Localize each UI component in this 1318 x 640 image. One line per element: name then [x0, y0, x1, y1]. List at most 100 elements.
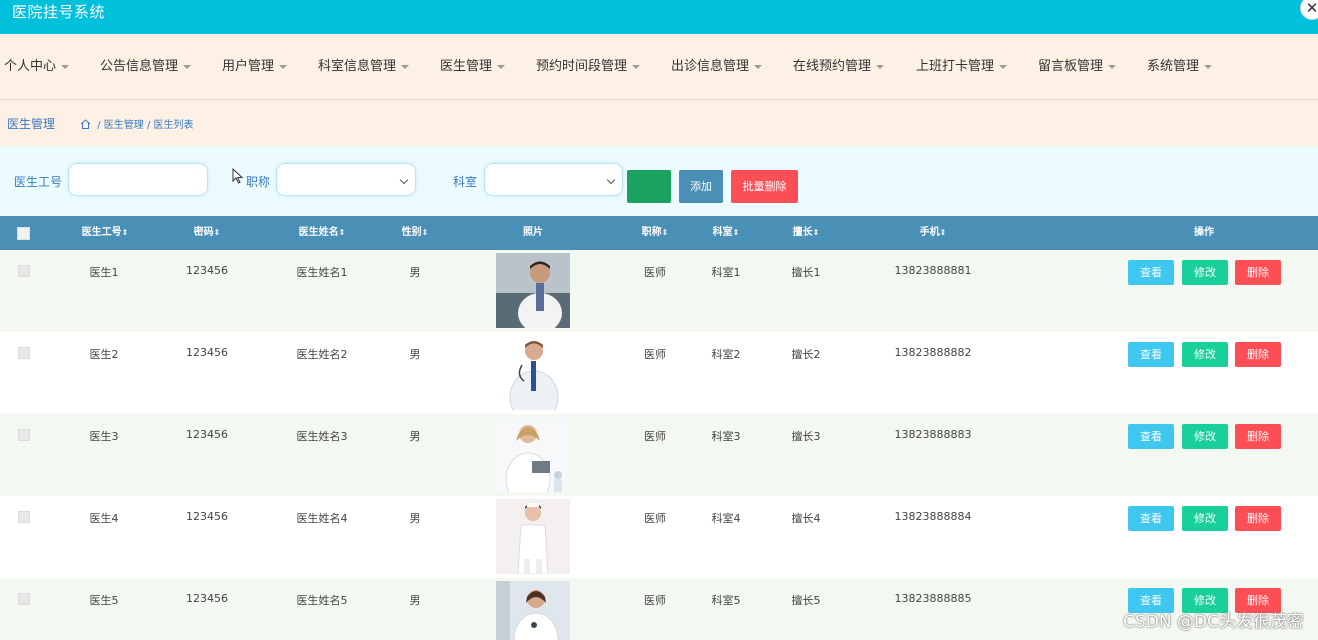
view-button[interactable]: 查看: [1128, 506, 1174, 531]
cell-doctor-name: 医生姓名4: [296, 512, 348, 525]
nav-personal-center[interactable]: 个人中心: [4, 34, 70, 100]
nav-booking-management[interactable]: 在线预约管理: [793, 34, 885, 100]
cell-phone: 13823888885: [894, 592, 972, 605]
close-icon[interactable]: ✕: [1300, 0, 1318, 20]
edit-button[interactable]: 修改: [1182, 260, 1228, 285]
cell-doctor-name: 医生姓名2: [296, 348, 348, 361]
cell-title: 医师: [644, 430, 666, 443]
nav-timeslot-management[interactable]: 预约时间段管理: [536, 34, 641, 100]
nav-message-board[interactable]: 留言板管理: [1038, 34, 1117, 100]
home-icon[interactable]: [80, 119, 91, 129]
main-nav: 个人中心 公告信息管理 用户管理 科室信息管理 医生管理 预约时间段管理 出诊信…: [0, 34, 1318, 100]
nav-notice-management[interactable]: 公告信息管理: [100, 34, 192, 100]
edit-button[interactable]: 修改: [1182, 342, 1228, 367]
row-checkbox[interactable]: [18, 265, 30, 277]
breadcrumb-bar: 医生管理 / 医生管理 / 医生列表: [0, 100, 1318, 146]
cell-doctor-id: 医生5: [89, 594, 119, 607]
delete-button[interactable]: 删除: [1235, 506, 1281, 531]
delete-button[interactable]: 删除: [1235, 424, 1281, 449]
query-button[interactable]: 查询: [627, 170, 671, 203]
cell-title: 医师: [644, 594, 666, 607]
title-bar: 医院挂号系统 ✕: [0, 0, 1318, 34]
nav-user-management[interactable]: 用户管理: [222, 34, 288, 100]
cell-department: 科室5: [711, 594, 741, 607]
cell-gender: 男: [409, 512, 421, 525]
table-row: 医生2 123456 医生姓名2 男 医师 科室2 擅长2 1382388888…: [0, 332, 1318, 414]
chevron-down-icon: [399, 175, 409, 185]
cell-doctor-id: 医生2: [89, 348, 119, 361]
breadcrumb: / 医生管理 / 医生列表: [80, 116, 194, 131]
cell-password: 123456: [186, 264, 228, 277]
sort-icon: ⇕: [421, 228, 429, 237]
doctor-photo: [496, 581, 570, 640]
column-header-phone[interactable]: 手机⇕: [900, 216, 966, 250]
doctor-photo: [496, 417, 570, 492]
cell-specialty: 擅长1: [791, 266, 821, 279]
title-select[interactable]: [276, 163, 416, 196]
column-header-specialty[interactable]: 擅长⇕: [783, 216, 829, 250]
column-header-doctor-name[interactable]: 医生姓名⇕: [280, 216, 364, 250]
nav-system-management[interactable]: 系统管理: [1147, 34, 1213, 100]
chevron-down-icon: [606, 175, 616, 185]
cell-department: 科室4: [711, 512, 741, 525]
caret-down-icon: [497, 64, 506, 69]
batch-delete-button[interactable]: 批量删除: [731, 170, 798, 203]
cell-specialty: 擅长5: [791, 594, 821, 607]
select-all-checkbox[interactable]: [17, 227, 30, 240]
column-header-title[interactable]: 职称⇕: [632, 216, 678, 250]
cell-phone: 13823888882: [894, 346, 972, 359]
table-header: 医生工号⇕ 密码⇕ 医生姓名⇕ 性别⇕ 照片 职称⇕ 科室⇕ 擅长⇕ 手机⇕ 操…: [0, 216, 1318, 250]
search-bar: 医生工号 职称 科室 查询 添加 批量删除: [0, 146, 1318, 216]
row-checkbox[interactable]: [18, 429, 30, 441]
column-header-gender[interactable]: 性别⇕: [392, 216, 438, 250]
cell-doctor-name: 医生姓名5: [296, 594, 348, 607]
cell-phone: 13823888884: [894, 510, 972, 523]
breadcrumb-item-doctor-list: 医生列表: [153, 120, 194, 131]
caret-down-icon: [1204, 64, 1213, 69]
nav-department-management[interactable]: 科室信息管理: [318, 34, 410, 100]
nav-doctor-management[interactable]: 医生管理: [440, 34, 506, 100]
column-header-doctor-id[interactable]: 医生工号⇕: [62, 216, 148, 250]
row-checkbox[interactable]: [18, 347, 30, 359]
view-button[interactable]: 查看: [1128, 260, 1174, 285]
caret-down-icon: [999, 64, 1008, 69]
cell-password: 123456: [186, 346, 228, 359]
row-checkbox[interactable]: [18, 593, 30, 605]
cell-password: 123456: [186, 510, 228, 523]
cell-password: 123456: [186, 428, 228, 441]
app-title: 医院挂号系统: [12, 3, 106, 21]
doctor-id-input[interactable]: [68, 163, 208, 196]
doctor-photo: [496, 499, 570, 574]
doctor-id-label: 医生工号: [14, 175, 63, 189]
delete-button[interactable]: 删除: [1235, 260, 1281, 285]
cell-gender: 男: [409, 348, 421, 361]
cell-phone: 13823888883: [894, 428, 972, 441]
department-label: 科室: [453, 175, 478, 189]
column-header-password[interactable]: 密码⇕: [170, 216, 244, 250]
add-button[interactable]: 添加: [679, 170, 723, 203]
caret-down-icon: [754, 64, 763, 69]
cell-doctor-id: 医生3: [89, 430, 119, 443]
sort-icon: ⇕: [939, 228, 947, 237]
row-checkbox[interactable]: [18, 511, 30, 523]
column-header-department[interactable]: 科室⇕: [703, 216, 749, 250]
edit-button[interactable]: 修改: [1182, 424, 1228, 449]
sort-icon: ⇕: [338, 228, 346, 237]
cell-specialty: 擅长3: [791, 430, 821, 443]
department-select[interactable]: [484, 163, 623, 196]
breadcrumb-item-doctor-management[interactable]: 医生管理: [104, 120, 144, 131]
cell-phone: 13823888881: [894, 264, 972, 277]
doctor-photo: [496, 253, 570, 328]
nav-attendance-management[interactable]: 上班打卡管理: [916, 34, 1008, 100]
nav-visit-management[interactable]: 出诊信息管理: [671, 34, 763, 100]
cell-department: 科室1: [711, 266, 741, 279]
view-button[interactable]: 查看: [1128, 424, 1174, 449]
page-title: 医生管理: [7, 117, 56, 131]
caret-down-icon: [61, 64, 70, 69]
delete-button[interactable]: 删除: [1235, 342, 1281, 367]
caret-down-icon: [632, 64, 641, 69]
cell-doctor-name: 医生姓名3: [296, 430, 348, 443]
view-button[interactable]: 查看: [1128, 342, 1174, 367]
edit-button[interactable]: 修改: [1182, 506, 1228, 531]
breadcrumb-separator: /: [146, 120, 151, 131]
